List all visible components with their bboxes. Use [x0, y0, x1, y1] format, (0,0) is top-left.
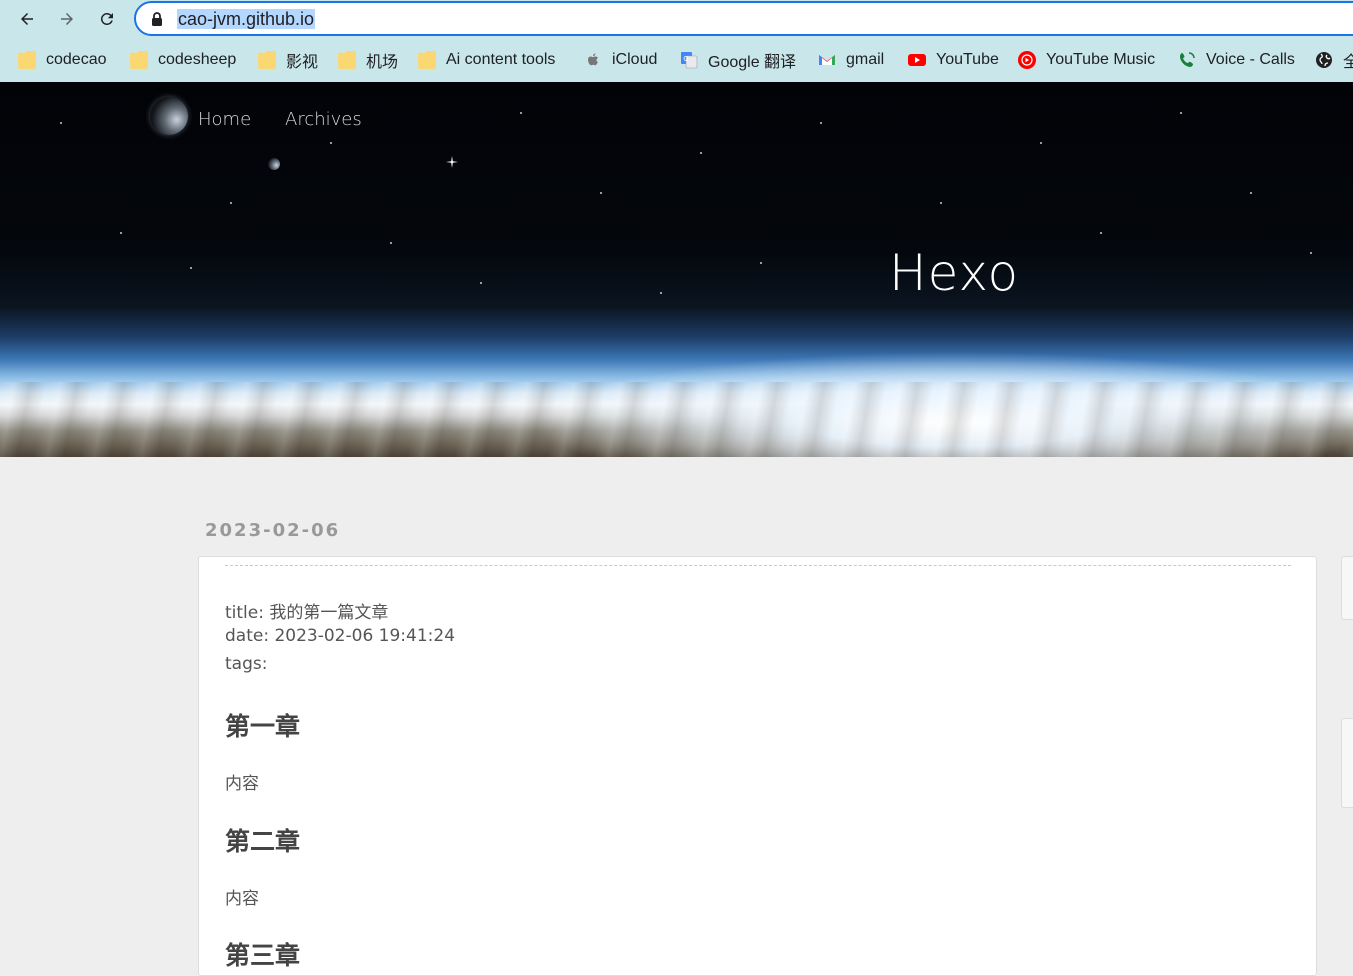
bookmark-label: codesheep	[158, 51, 237, 68]
bookmark-codecao[interactable]: codecao	[18, 48, 107, 72]
lock-icon	[152, 12, 162, 26]
post-meta-tags: tags:	[225, 654, 268, 674]
youtube-music-icon	[1018, 51, 1036, 69]
svg-text:G: G	[683, 55, 688, 63]
bookmark-label: Ai content tools	[446, 51, 556, 68]
post-meta-date: date: 2023-02-06 19:41:24	[225, 626, 456, 646]
bookmark-label: YouTube Music	[1046, 51, 1156, 68]
reload-icon	[100, 12, 113, 25]
youtube-icon	[908, 54, 926, 66]
bookmark-globe[interactable]: 全	[1315, 48, 1353, 72]
post-card: title: 我的第一篇文章 date: 2023-02-06 19:41:24…	[198, 556, 1317, 976]
post-meta-title: title: 我的第一篇文章	[225, 603, 389, 623]
globe-icon	[1316, 52, 1332, 68]
folder-icon	[130, 51, 148, 69]
section-body: 内容	[225, 889, 259, 909]
bookmark-label: 机场	[366, 54, 399, 71]
bookmark-google-translate[interactable]: G Google 翻译	[680, 48, 796, 72]
bookmark-yingshi[interactable]: 影视	[258, 48, 318, 72]
forward-arrow-icon	[61, 13, 73, 25]
bookmark-youtube-music[interactable]: YouTube Music	[1018, 48, 1155, 72]
bookmark-label: 全	[1343, 54, 1353, 71]
folder-icon	[258, 51, 276, 69]
section-heading: 第三章	[225, 941, 301, 970]
gmail-icon	[819, 55, 835, 65]
site-title[interactable]: Hexo	[889, 244, 1019, 302]
small-moon	[268, 158, 280, 170]
site-logo[interactable]	[150, 97, 188, 135]
reload-button[interactable]	[94, 6, 120, 32]
url-text[interactable]: cao-jvm.github.io	[177, 9, 316, 29]
apple-icon	[588, 53, 598, 66]
bookmark-gmail[interactable]: gmail	[818, 48, 884, 72]
divider	[225, 565, 1291, 566]
bookmark-jichang[interactable]: 机场	[338, 48, 398, 72]
folder-icon	[418, 51, 436, 69]
browser-toolbar: cao-jvm.github.io	[0, 0, 1353, 38]
sidebar-widget	[1341, 556, 1353, 620]
bookmark-label: Voice - Calls	[1206, 51, 1295, 68]
bookmark-icloud[interactable]: iCloud	[584, 48, 657, 72]
folder-icon	[18, 51, 36, 69]
google-translate-icon: G	[681, 52, 698, 69]
folder-icon	[338, 51, 356, 69]
bookmark-label: iCloud	[612, 51, 658, 68]
section-heading: 第二章	[225, 827, 301, 856]
back-button[interactable]	[14, 6, 40, 32]
bookmark-ai-content-tools[interactable]: Ai content tools	[418, 48, 555, 72]
browser-chrome: cao-jvm.github.io codecao codesheep 影视 机…	[0, 0, 1353, 82]
voice-icon	[1180, 52, 1195, 67]
nav-home[interactable]: Home	[198, 109, 251, 130]
bookmark-voice-calls[interactable]: Voice - Calls	[1178, 48, 1295, 72]
bookmark-label: codecao	[46, 51, 107, 68]
earth-clouds	[0, 382, 1353, 457]
back-arrow-icon	[21, 13, 33, 25]
bookmarks-bar: codecao codesheep 影视 机场 Ai content tools…	[0, 44, 1353, 76]
bookmark-label: 影视	[286, 54, 319, 71]
nav-archives[interactable]: Archives	[285, 109, 362, 130]
sidebar-widget	[1341, 718, 1353, 808]
address-bar[interactable]: cao-jvm.github.io	[134, 1, 1353, 36]
bookmark-label: gmail	[846, 51, 885, 68]
forward-button[interactable]	[54, 6, 80, 32]
hero-banner: Home Archives Hexo	[0, 82, 1353, 457]
star-icon	[446, 156, 458, 168]
post-date[interactable]: 2023-02-06	[205, 520, 340, 541]
section-body: 内容	[225, 774, 259, 794]
section-heading: 第一章	[225, 712, 301, 741]
bookmark-youtube[interactable]: YouTube	[908, 48, 999, 72]
bookmark-codesheep[interactable]: codesheep	[130, 48, 236, 72]
bookmark-label: YouTube	[936, 51, 999, 68]
bookmark-label: Google 翻译	[708, 54, 797, 71]
